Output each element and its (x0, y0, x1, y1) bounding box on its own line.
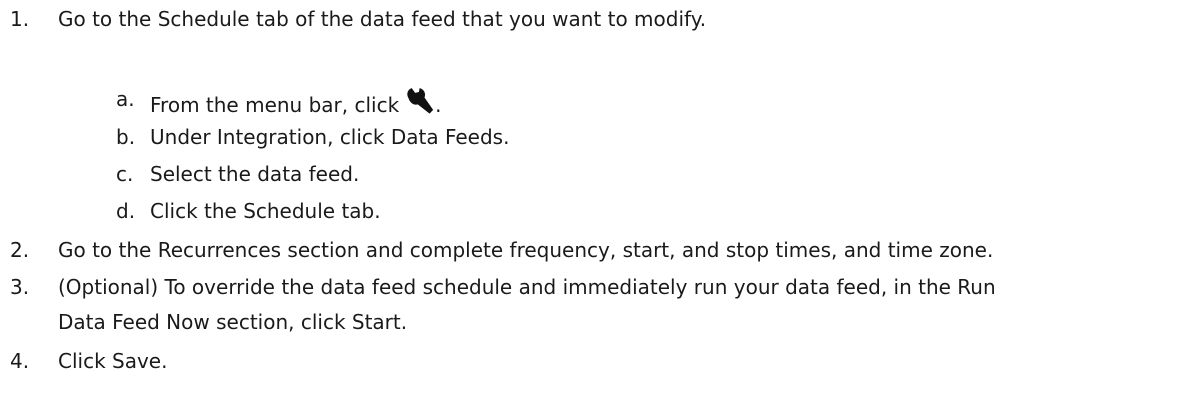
step-text-continued: Data Feed Now section, click Start. (58, 310, 408, 334)
substep-text: Under Integration, click Data Feeds. (150, 125, 510, 149)
step-number: 1. (10, 7, 30, 31)
substep-text: From the menu bar, click (150, 93, 400, 117)
substep-punctuation: . (435, 93, 442, 117)
wrench-icon (405, 86, 435, 116)
step-number: 3. (10, 275, 30, 299)
step-text: Click Save. (58, 349, 168, 373)
step-number: 4. (10, 349, 30, 373)
step-text: Go to the Recurrences section and comple… (58, 238, 994, 262)
substep-letter: b. (116, 125, 136, 149)
step-text: Go to the Schedule tab of the data feed … (58, 7, 707, 31)
substep-letter: c. (116, 162, 134, 186)
substep-letter: a. (116, 87, 135, 111)
substep-text: Select the data feed. (150, 162, 360, 186)
substep-text: Click the Schedule tab. (150, 199, 381, 223)
substep-letter: d. (116, 199, 136, 223)
substep-text-row: From the menu bar, click . (150, 86, 442, 118)
step-text: (Optional) To override the data feed sch… (58, 275, 996, 299)
step-number: 2. (10, 238, 30, 262)
instruction-document: 1. Go to the Schedule tab of the data fe… (0, 0, 1182, 398)
